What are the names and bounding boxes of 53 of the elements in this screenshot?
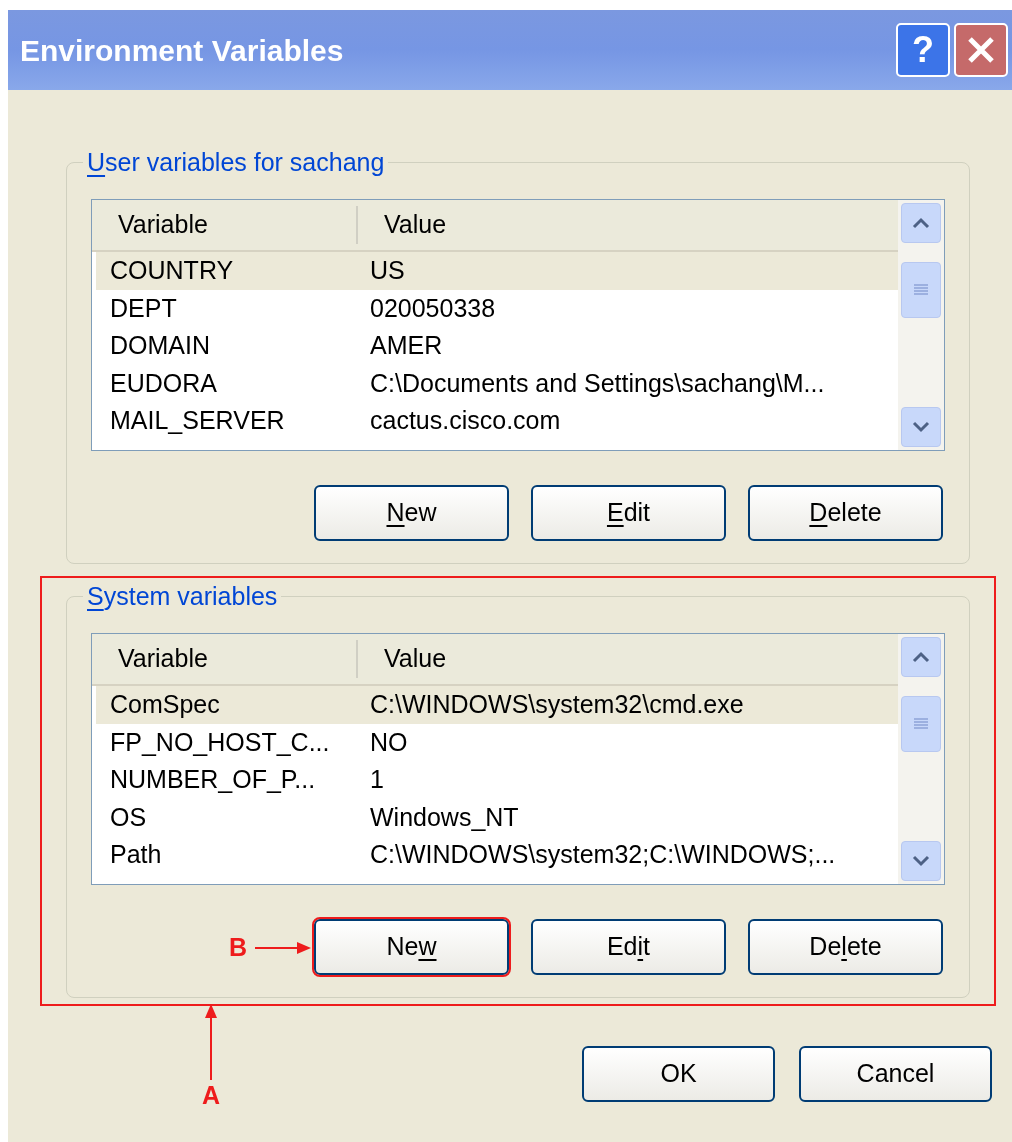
grip-icon <box>913 717 929 731</box>
variable-name: NUMBER_OF_P... <box>109 764 317 795</box>
chevron-down-icon <box>912 855 930 867</box>
dialog-button[interactable]: Edit <box>531 919 726 975</box>
column-header[interactable]: Variable <box>92 640 358 678</box>
annotation-letter: A <box>202 1080 221 1110</box>
chevron-up-icon <box>912 651 930 663</box>
close-button[interactable] <box>954 23 1008 77</box>
annotation-arrow <box>255 940 311 955</box>
dialog-button[interactable]: OK <box>582 1046 775 1102</box>
variable-name: MAIL_SERVER <box>109 405 286 436</box>
variable-name: FP_NO_HOST_C... <box>109 726 331 758</box>
grip-icon <box>913 283 929 297</box>
annotation-letter: B <box>228 932 247 963</box>
scroll-down-button[interactable] <box>901 841 941 881</box>
chevron-up-icon <box>912 217 930 229</box>
variable-name: DOMAIN <box>109 330 211 361</box>
column-header[interactable]: Value <box>358 206 898 244</box>
variable-name: COUNTRY <box>109 255 235 286</box>
variable-name: DEPT <box>109 292 178 324</box>
dialog-button[interactable]: Cancel <box>799 1046 992 1102</box>
variable-value: C:\Documents and Settings\sachang\M... <box>369 367 826 399</box>
list-row[interactable]: ComSpec C:\WINDOWS\system32\cmd.exe <box>96 686 898 724</box>
variable-value: Windows_NT <box>369 801 520 833</box>
variable-name: Path <box>109 839 163 870</box>
column-header[interactable]: Value <box>358 640 898 678</box>
scroll-thumb[interactable] <box>901 696 941 752</box>
scroll-thumb[interactable] <box>901 262 941 318</box>
scroll-up-button[interactable] <box>901 203 941 243</box>
variable-value: cactus.cisco.com <box>369 405 562 436</box>
variable-value: C:\WINDOWS\system32\cmd.exe <box>369 689 745 720</box>
scroll-up-button[interactable] <box>901 637 941 677</box>
list-row[interactable]: COUNTRY US <box>96 252 898 290</box>
variable-value: 1 <box>369 764 385 795</box>
dialog-button[interactable]: Delete <box>748 485 943 541</box>
dialog-button[interactable]: Delete <box>748 919 943 975</box>
dialog-button[interactable]: Edit <box>531 485 726 541</box>
variable-value: US <box>369 255 406 286</box>
variable-value: 020050338 <box>369 292 497 324</box>
variable-name: ComSpec <box>109 689 221 720</box>
variable-value: NO <box>369 726 409 758</box>
variable-value: AMER <box>369 330 444 361</box>
variable-name: OS <box>109 801 148 833</box>
dialog-button[interactable]: New <box>314 485 509 541</box>
scroll-down-button[interactable] <box>901 407 941 447</box>
column-header[interactable]: Variable <box>92 206 358 244</box>
variable-name: EUDORA <box>109 367 218 399</box>
highlighted-button[interactable]: New <box>314 919 509 975</box>
window-title: Environment Variables <box>20 32 345 69</box>
chevron-down-icon <box>912 421 930 433</box>
variable-value: C:\WINDOWS\system32;C:\WINDOWS;... <box>369 839 837 870</box>
help-button[interactable]: ? <box>896 23 950 77</box>
close-icon <box>966 35 996 65</box>
